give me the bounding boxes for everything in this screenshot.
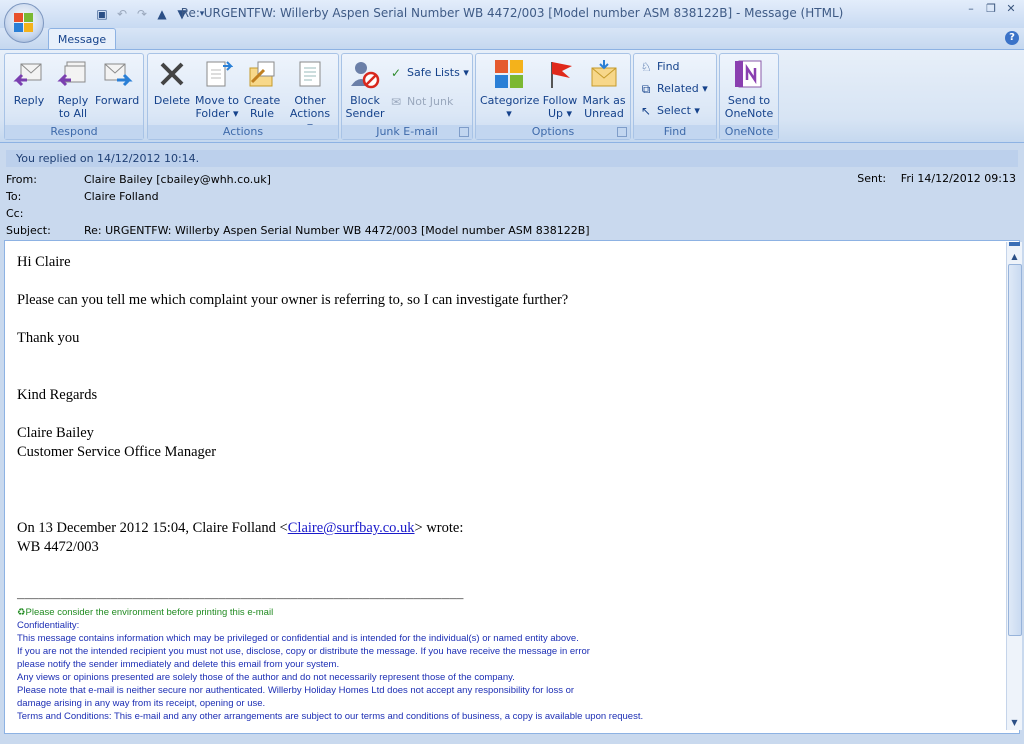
categorize-icon	[493, 58, 525, 90]
onenote-icon	[733, 58, 765, 90]
respond-group-label: Respond	[5, 125, 143, 139]
disclaimer-line: damage arising in any way from its recei…	[17, 698, 266, 709]
reply-button[interactable]: Reply	[9, 58, 49, 107]
maximize-button[interactable]: ❐	[984, 2, 998, 16]
scroll-down-arrow-icon[interactable]: ▼	[1007, 716, 1022, 730]
sent-value: Fri 14/12/2012 09:13	[900, 172, 1016, 185]
tab-message[interactable]: Message	[48, 28, 116, 51]
find-button[interactable]: ♘ Find	[638, 58, 680, 76]
disclaimer-line: please notify the sender immediately and…	[17, 659, 340, 670]
junk-email-group: Block Sender ✓ Safe Lists ▾ ✉ Not Junk Jun…	[341, 53, 473, 140]
signature-name: Claire Bailey	[17, 425, 94, 441]
vertical-scrollbar[interactable]: ▲ ▼	[1006, 242, 1022, 730]
environment-notice: ♻Please consider the environment before …	[17, 607, 274, 618]
disclaimer-line: Please note that e-mail is neither secur…	[17, 685, 575, 696]
actions-group: Delete Move to Folder ▾ Create Rule Othe…	[147, 53, 339, 140]
mark-as-unread-icon	[588, 58, 620, 90]
message-body[interactable]: Hi Claire Please can you tell me which c…	[4, 240, 1020, 734]
info-bar[interactable]: You replied on 14/12/2012 10:14.	[6, 150, 1018, 167]
not-junk-button[interactable]: ✉ Not Junk	[388, 93, 453, 111]
create-rule-button[interactable]: Create Rule	[242, 58, 282, 120]
minimize-button[interactable]: –	[964, 2, 978, 16]
junk-email-group-label: Junk E-mail	[342, 125, 472, 139]
subject-value: Re: URGENTFW: Willerby Aspen Serial Numb…	[84, 224, 590, 237]
to-label: To:	[6, 190, 22, 203]
signature-role: Customer Service Office Manager	[17, 444, 217, 460]
delete-icon	[156, 58, 188, 90]
respond-group: Reply Reply to All Forward Respond	[4, 53, 144, 140]
office-button[interactable]	[4, 3, 44, 43]
body-regards: Kind Regards	[17, 387, 98, 403]
disclaimer-line: If you are not the intended recipient yo…	[17, 646, 590, 657]
find-group-label: Find	[634, 125, 716, 139]
help-icon[interactable]: ?	[1005, 31, 1019, 45]
sent-label: Sent:	[857, 172, 887, 185]
onenote-group: Send to OneNote OneNote	[719, 53, 779, 140]
forward-icon	[101, 58, 133, 90]
select-button[interactable]: ↖ Select ▾	[638, 102, 700, 120]
confidentiality-title: Confidentiality:	[17, 620, 80, 631]
disclaimer-line: Terms and Conditions: This e-mail and an…	[17, 711, 644, 722]
subject-label: Subject:	[6, 224, 51, 237]
junk-email-options-launcher[interactable]	[459, 127, 469, 137]
to-value[interactable]: Claire Folland	[84, 189, 159, 205]
other-actions-button[interactable]: Other Actions ▾	[286, 58, 334, 133]
block-sender-button[interactable]: Block Sender	[344, 58, 386, 120]
reply-all-button[interactable]: Reply to All	[53, 58, 93, 120]
cc-label: Cc:	[6, 207, 24, 220]
disclaimer-line: This message contains information which …	[17, 633, 579, 644]
reply-icon	[13, 58, 45, 90]
ribbon-tab-bar: Message ?	[0, 28, 1024, 51]
message-options-launcher[interactable]	[617, 127, 627, 137]
close-button[interactable]: ✕	[1004, 2, 1018, 16]
body-thanks: Thank you	[17, 330, 80, 346]
mark-as-unread-button[interactable]: Mark as Unread	[582, 58, 626, 120]
disclaimer-line: Any views or opinions presented are sole…	[17, 672, 515, 683]
options-group-label: Options	[476, 125, 630, 139]
related-icon: ⧉	[641, 82, 651, 96]
from-value[interactable]: Claire Bailey [cbailey@whh.co.uk]	[84, 172, 271, 188]
office-logo-icon	[14, 13, 34, 33]
forward-button[interactable]: Forward	[95, 58, 139, 107]
title-bar: ▣ ↶ ↷ ▲ ▼ ▾ Re: URGENTFW: Willerby Aspen…	[0, 0, 1024, 28]
recycle-icon: ♻	[17, 607, 26, 618]
create-rule-icon	[246, 58, 278, 90]
separator-rule: ________________________________________…	[17, 588, 464, 602]
onenote-group-label: OneNote	[720, 125, 778, 139]
safe-lists-icon: ✓	[390, 66, 402, 80]
from-label: From:	[6, 173, 37, 186]
window-title: Re: URGENTFW: Willerby Aspen Serial Numb…	[180, 6, 844, 20]
scroll-split-handle[interactable]	[1009, 242, 1020, 246]
block-sender-icon	[349, 58, 381, 90]
follow-up-button[interactable]: Follow Up ▾	[540, 58, 580, 120]
cursor-arrow-icon: ↖	[640, 104, 652, 118]
follow-up-flag-icon	[544, 58, 576, 90]
move-to-folder-button[interactable]: Move to Folder ▾	[194, 58, 240, 120]
quote-attribution: On 13 December 2012 15:04, Claire Follan…	[17, 520, 464, 536]
options-group: Categorize ▾ Follow Up ▾ Mark as Unread …	[475, 53, 631, 140]
binoculars-icon: ♘	[640, 60, 652, 74]
body-question: Please can you tell me which complaint y…	[17, 292, 569, 308]
delete-button[interactable]: Delete	[152, 58, 192, 107]
scroll-thumb[interactable]	[1008, 264, 1022, 636]
find-group: ♘ Find ⧉ Related ▾ ↖ Select ▾ Find	[633, 53, 717, 140]
quote-line: WB 4472/003	[17, 539, 99, 555]
move-to-folder-icon	[201, 58, 234, 90]
related-button[interactable]: ⧉ Related ▾	[638, 80, 708, 98]
send-to-onenote-button[interactable]: Send to OneNote	[722, 58, 776, 120]
quoted-email-link[interactable]: Claire@surfbay.co.uk	[288, 520, 415, 536]
message-header: From: Claire Bailey [cbailey@whh.co.uk] …	[0, 170, 1024, 240]
safe-lists-button[interactable]: ✓ Safe Lists ▾	[388, 64, 469, 82]
other-actions-icon	[294, 58, 326, 90]
body-greeting: Hi Claire	[17, 254, 71, 270]
actions-group-label: Actions	[148, 125, 338, 139]
reply-all-icon	[57, 58, 89, 90]
not-junk-icon: ✉	[390, 95, 402, 109]
categorize-button[interactable]: Categorize ▾	[480, 58, 539, 120]
ribbon: Reply Reply to All Forward Respond Delet…	[0, 49, 1024, 143]
scroll-up-arrow-icon[interactable]: ▲	[1007, 250, 1022, 264]
